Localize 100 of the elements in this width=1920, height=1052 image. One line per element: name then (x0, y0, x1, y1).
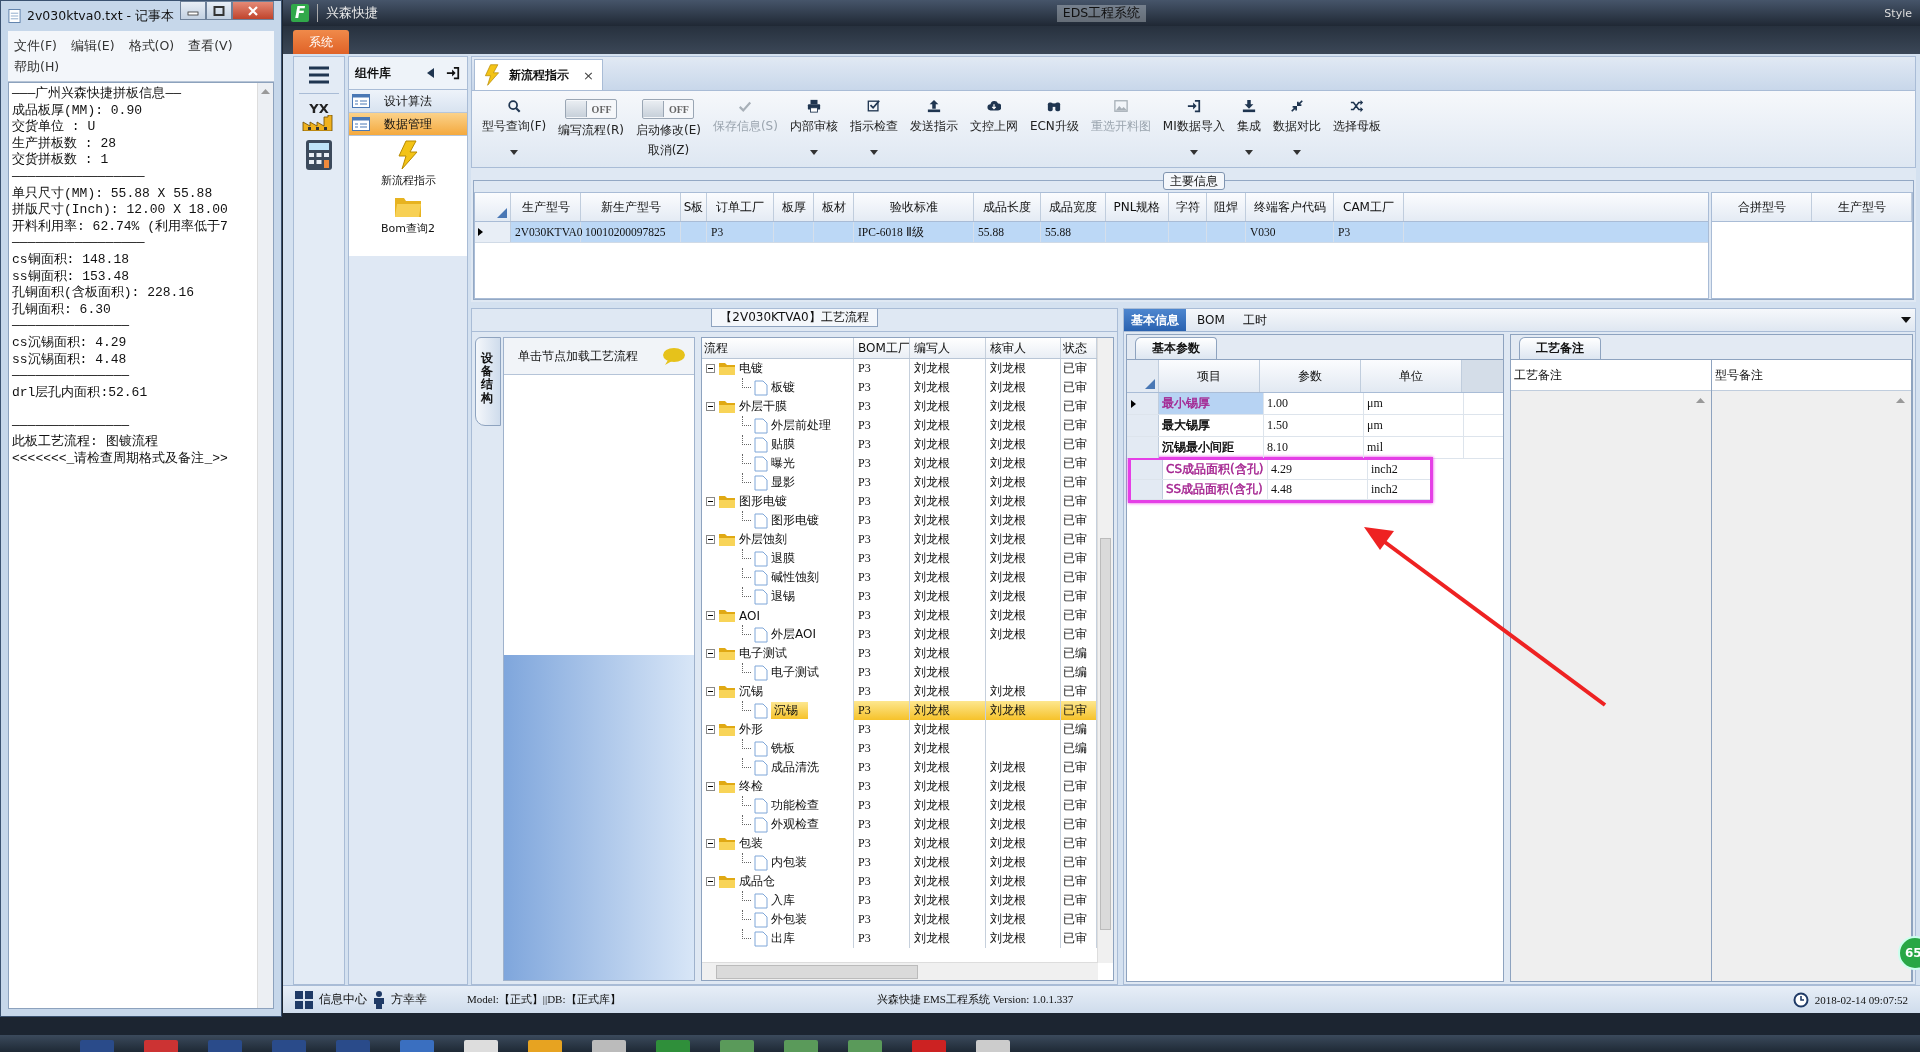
tree-row[interactable]: 外包装 P3 刘龙根 刘龙根 已审 (702, 910, 1097, 929)
toolbar-button[interactable]: 集成 (1236, 99, 1261, 135)
tree-row[interactable]: 显影 P3 刘龙根 刘龙根 已审 (702, 473, 1097, 492)
column-header[interactable]: 字符 (1169, 193, 1207, 221)
toolbar-button[interactable]: ECN升级 (1029, 99, 1079, 135)
collapse-icon[interactable] (706, 364, 715, 373)
login-icon[interactable] (445, 66, 461, 80)
column-header[interactable]: 生产型号 (1812, 193, 1912, 221)
caret-icon[interactable] (869, 150, 878, 155)
collapse-icon[interactable] (706, 782, 715, 791)
column-header[interactable]: 成品宽度 (1041, 193, 1106, 221)
column-header[interactable]: 终端客户代码 (1246, 193, 1334, 221)
table-row[interactable]: CS成品面积(含孔) 4.29 inch2 (1131, 460, 1430, 480)
tree-row[interactable]: 终检 P3 刘龙根 刘龙根 已审 (702, 777, 1097, 796)
up-arrow-icon[interactable] (1695, 397, 1705, 403)
collapse-icon[interactable] (706, 877, 715, 886)
toolbar-button[interactable]: 数据对比 (1272, 99, 1321, 135)
tree-row[interactable]: 外层干膜 P3 刘龙根 刘龙根 已审 (702, 397, 1097, 416)
up-arrow-icon[interactable] (1896, 397, 1905, 403)
tree-row[interactable]: 曝光 P3 刘龙根 刘龙根 已审 (702, 454, 1097, 473)
column-header[interactable]: S板 (681, 193, 707, 221)
menu-item[interactable]: 编辑(E) (70, 35, 115, 56)
tree-row[interactable]: AOI P3 刘龙根 刘龙根 已审 (702, 606, 1097, 625)
caret-icon[interactable] (809, 150, 818, 155)
tree-row[interactable]: 板镀 P3 刘龙根 刘龙根 已审 (702, 378, 1097, 397)
toolbar-button[interactable]: 发送指示 (909, 99, 958, 135)
row-header[interactable] (475, 222, 511, 242)
lightning-icon[interactable] (396, 140, 420, 170)
tab[interactable]: 基本信息 (1124, 309, 1186, 331)
tree-row[interactable]: 铣板 P3 刘龙根 已编 (702, 739, 1097, 758)
caret-icon[interactable] (510, 150, 519, 155)
collapse-icon[interactable] (706, 687, 715, 696)
column-header[interactable]: 订单工厂 (707, 193, 774, 221)
table-row[interactable]: 沉锡最小间距 8.10 mil (1127, 437, 1503, 459)
tree-row[interactable]: 电镀 P3 刘龙根 刘龙根 已审 (702, 359, 1097, 378)
menu-item[interactable]: 帮助(H) (14, 56, 60, 77)
collapse-icon[interactable] (706, 839, 715, 848)
column-header[interactable]: BOM工厂 (854, 338, 910, 358)
table-row[interactable]: 最小锡厚 1.00 μm (1127, 393, 1503, 415)
shortcut-label[interactable]: Bom查询2 (381, 221, 435, 236)
tree-row[interactable]: 电子测试 P3 刘龙根 已编 (702, 644, 1097, 663)
up-arrow-icon[interactable] (261, 88, 270, 94)
column-header[interactable]: 合拼型号 (1712, 193, 1812, 221)
dropdown-icon[interactable] (1901, 317, 1911, 323)
menu-item[interactable]: 文件(F) (14, 35, 57, 56)
caret-icon[interactable] (1189, 150, 1198, 155)
table-row[interactable]: SS成品面积(含孔) 4.48 inch2 (1131, 480, 1430, 500)
scrollbar[interactable] (257, 83, 273, 1008)
scrollbar[interactable] (1097, 338, 1113, 963)
collapse-icon[interactable] (706, 611, 715, 620)
collapse-icon[interactable] (706, 725, 715, 734)
tree-row[interactable]: 成品仓 P3 刘龙根 刘龙根 已审 (702, 872, 1097, 891)
menu-icon[interactable] (307, 65, 331, 85)
tree-row[interactable]: 外层AOI P3 刘龙根 刘龙根 已审 (702, 625, 1097, 644)
maximize-button[interactable] (206, 1, 232, 20)
row-header[interactable] (1127, 393, 1159, 414)
toggle-switch[interactable]: OFF (565, 99, 618, 119)
info-center-link[interactable]: 信息中心 (319, 991, 367, 1008)
column-header[interactable]: 参数 (1260, 360, 1361, 392)
collapse-icon[interactable] (706, 402, 715, 411)
table-row[interactable]: 2V030KTVA0 10010200097825 P3 IPC-6018 Ⅱ级 55.88 55.88 V030 P3 (475, 222, 1708, 243)
tab[interactable]: BOM (1190, 309, 1232, 331)
caret-icon[interactable] (1292, 150, 1301, 155)
tree-row[interactable]: 图形电镀 P3 刘龙根 刘龙根 已审 (702, 511, 1097, 530)
close-button[interactable]: × (583, 67, 594, 83)
tree-row[interactable]: 图形电镀 P3 刘龙根 刘龙根 已审 (702, 492, 1097, 511)
cancel-button[interactable]: 取消(Z) (647, 142, 690, 159)
toggle-switch[interactable]: OFF (642, 99, 695, 119)
menu-item[interactable]: 查看(V) (188, 35, 233, 56)
collapse-icon[interactable] (706, 497, 715, 506)
column-header[interactable]: 验收标准 (854, 193, 974, 221)
toolbar-button[interactable]: 文控上网 (969, 99, 1018, 135)
style-menu[interactable]: Style (1884, 6, 1912, 20)
tree-row[interactable]: 外形 P3 刘龙根 已编 (702, 720, 1097, 739)
tree-row[interactable]: 外层前处理 P3 刘龙根 刘龙根 已审 (702, 416, 1097, 435)
tree-row[interactable]: 出库 P3 刘龙根 刘龙根 已审 (702, 929, 1097, 948)
tree-row[interactable]: 退膜 P3 刘龙根 刘龙根 已审 (702, 549, 1097, 568)
toolbar-button[interactable]: 型号查询(F) (482, 99, 547, 135)
tree-row[interactable]: 功能检查 P3 刘龙根 刘龙根 已审 (702, 796, 1097, 815)
toolbar-button[interactable]: MI数据导入 (1162, 99, 1225, 135)
tab[interactable]: 基本参数 (1135, 337, 1217, 359)
column-header[interactable]: CAM工厂 (1334, 193, 1404, 221)
toolbar-button[interactable]: 内部审核 (789, 99, 838, 135)
tree-row[interactable]: 外观检查 P3 刘龙根 刘龙根 已审 (702, 815, 1097, 834)
tree-row[interactable]: 沉锡 P3 刘龙根 刘龙根 已审 (702, 701, 1097, 720)
column-header[interactable]: PNL规格 (1106, 193, 1169, 221)
menu-item[interactable]: 格式(O) (128, 35, 175, 56)
shortcut-label[interactable]: 新流程指示 (380, 173, 436, 188)
tree-row[interactable]: 内包装 P3 刘龙根 刘龙根 已审 (702, 853, 1097, 872)
toolbar-button[interactable]: 指示检查 (849, 99, 898, 135)
column-header[interactable]: 生产型号 (511, 193, 581, 221)
tree-row[interactable]: 贴膜 P3 刘龙根 刘龙根 已审 (702, 435, 1097, 454)
collapse-icon[interactable] (706, 535, 715, 544)
tree-row[interactable]: 外层蚀刻 P3 刘龙根 刘龙根 已审 (702, 530, 1097, 549)
tab[interactable]: 工艺备注 (1519, 337, 1601, 359)
caret-icon[interactable] (1244, 150, 1253, 155)
scrollbar[interactable] (702, 962, 1098, 980)
close-button[interactable] (232, 1, 274, 20)
tree-row[interactable]: 成品清洗 P3 刘龙根 刘龙根 已审 (702, 758, 1097, 777)
document-tab[interactable]: 新流程指示 × (474, 59, 603, 90)
